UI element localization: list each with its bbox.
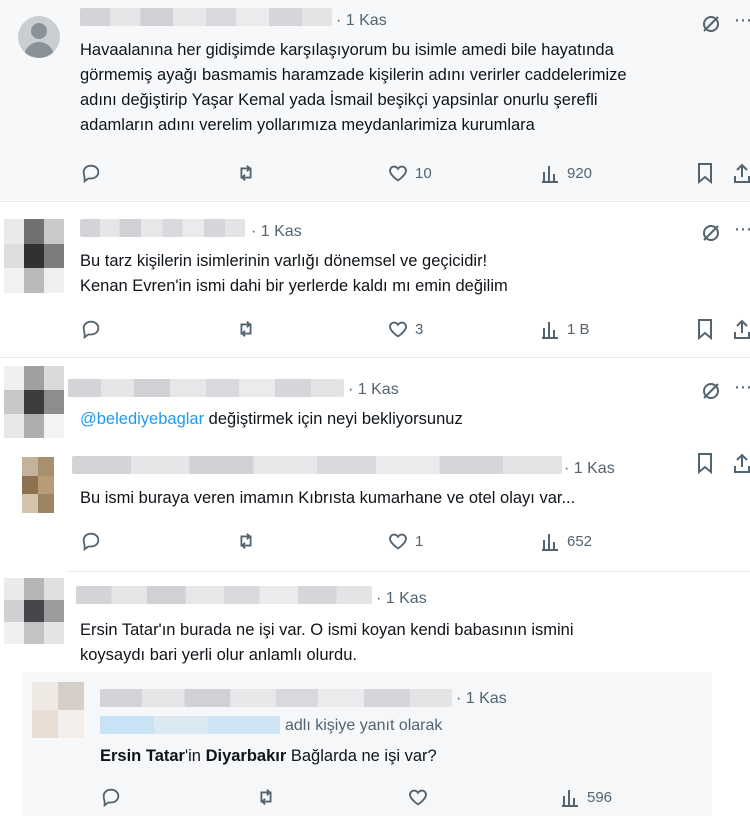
bookmark-button[interactable] <box>695 318 715 340</box>
views-icon <box>542 534 558 551</box>
heart-icon <box>389 165 407 182</box>
reply-context: adlı kişiye yanıt olarak <box>285 717 443 734</box>
post-time[interactable]: · 1 Kas <box>456 690 507 708</box>
reply-button[interactable] <box>80 162 102 184</box>
post-text: Havaalanına her gidişimde karşılaşıyorum… <box>80 41 627 134</box>
bookmark-icon <box>698 319 712 340</box>
redacted-username[interactable] <box>80 219 245 237</box>
redacted-username[interactable] <box>76 586 372 604</box>
like-count: 1 <box>415 532 424 550</box>
views-icon <box>542 322 558 339</box>
like-button[interactable] <box>407 786 429 808</box>
like-button[interactable]: 10 <box>387 162 432 184</box>
reply-icon <box>82 320 100 340</box>
avatar[interactable] <box>4 578 64 644</box>
post-text: @belediyebaglar değiştirmek için neyi be… <box>80 410 463 428</box>
bookmark-button[interactable] <box>695 162 715 184</box>
reply-button[interactable] <box>100 786 122 808</box>
avatar[interactable] <box>4 366 64 438</box>
views-button[interactable]: 652 <box>541 530 592 552</box>
reply-button[interactable] <box>80 318 102 340</box>
more-icon[interactable]: ⋯ <box>734 377 750 398</box>
share-button[interactable] <box>734 318 750 340</box>
post-time[interactable]: · 1 Kas <box>376 590 427 608</box>
views-button[interactable]: 596 <box>561 786 612 808</box>
post-text: Ersin Tatar'in Diyarbakır Bağlarda ne iş… <box>100 747 437 765</box>
avatar[interactable] <box>18 16 60 58</box>
retweet-icon <box>240 165 252 181</box>
heart-icon <box>409 789 427 806</box>
retweet-button[interactable] <box>254 786 278 808</box>
redacted-username[interactable] <box>68 379 344 397</box>
redacted-username[interactable] <box>80 8 332 26</box>
mention-link[interactable]: @belediyebaglar <box>80 410 204 428</box>
post-time[interactable]: · 1 Kas <box>348 381 399 399</box>
views-icon <box>542 166 558 183</box>
view-count: 920 <box>567 164 593 182</box>
reply-icon <box>102 788 120 808</box>
retweet-button[interactable] <box>234 162 258 184</box>
more-icon[interactable]: ⋯ <box>734 219 750 240</box>
reply-icon <box>82 164 100 184</box>
avatar[interactable] <box>22 457 54 513</box>
views-icon <box>562 790 578 807</box>
reply-icon <box>82 532 100 552</box>
retweet-button[interactable] <box>234 530 258 552</box>
redacted-mention[interactable] <box>100 716 280 734</box>
heart-icon <box>389 533 407 550</box>
like-count: 3 <box>415 320 424 338</box>
post-text: Bu ismi buraya veren imamın Kıbrısta kum… <box>80 489 576 507</box>
share-icon <box>734 453 750 473</box>
post-time[interactable]: · 1 Kas <box>251 223 302 241</box>
view-count: 596 <box>587 788 613 806</box>
post-time[interactable]: · 1 Kas <box>336 12 387 30</box>
retweet-icon <box>260 789 272 805</box>
divider <box>0 357 750 358</box>
like-button[interactable]: 3 <box>387 318 423 340</box>
share-icon <box>734 163 750 183</box>
views-button[interactable]: 920 <box>541 162 592 184</box>
bookmark-icon <box>698 453 712 474</box>
bookmark-icon <box>698 163 712 184</box>
retweet-icon <box>240 321 252 337</box>
view-count: 1 B <box>567 320 590 338</box>
grok-icon[interactable] <box>701 14 721 39</box>
redacted-username[interactable] <box>72 456 562 474</box>
avatar[interactable] <box>4 219 64 293</box>
post-time[interactable]: · 1 Kas <box>564 460 615 478</box>
avatar[interactable] <box>32 682 84 738</box>
share-button[interactable] <box>734 452 750 474</box>
more-icon[interactable]: ⋯ <box>734 10 750 31</box>
heart-icon <box>389 321 407 338</box>
retweet-icon <box>240 533 252 549</box>
post-text: Bu tarz kişilerin isimlerinin varlığı dö… <box>80 252 508 295</box>
grok-icon[interactable] <box>701 381 721 406</box>
views-button[interactable]: 1 B <box>541 318 590 340</box>
share-button[interactable] <box>734 162 750 184</box>
like-count: 10 <box>415 164 432 182</box>
grok-icon[interactable] <box>701 223 721 248</box>
divider <box>0 201 750 202</box>
divider <box>68 571 750 572</box>
bookmark-button[interactable] <box>695 452 715 474</box>
reply-button[interactable] <box>80 530 102 552</box>
view-count: 652 <box>567 532 593 550</box>
share-icon <box>734 319 750 339</box>
post-text: Ersin Tatar'ın burada ne işi var. O ismi… <box>80 621 574 664</box>
retweet-button[interactable] <box>234 318 258 340</box>
like-button[interactable]: 1 <box>387 530 423 552</box>
redacted-username[interactable] <box>100 689 452 707</box>
